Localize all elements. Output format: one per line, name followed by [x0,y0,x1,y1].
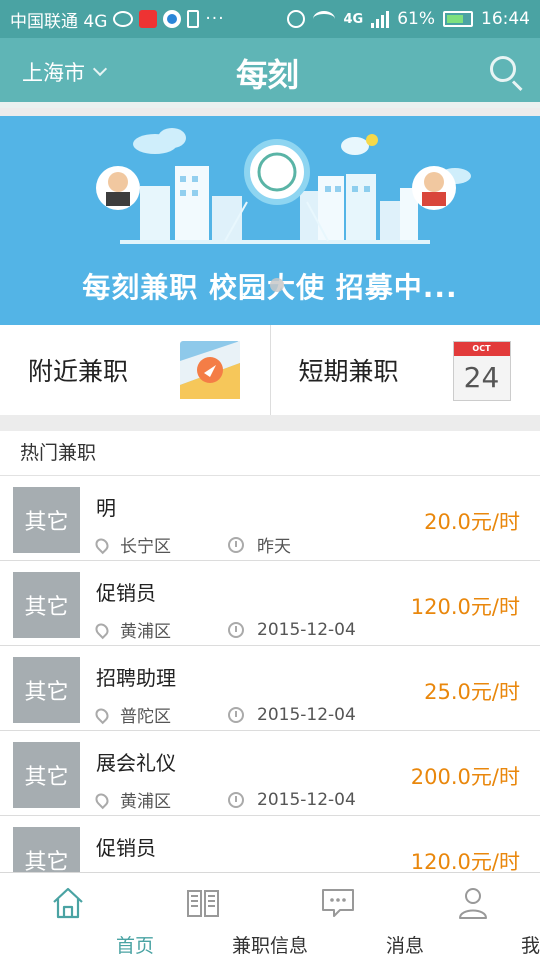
job-category-tag: 其它 [13,657,80,723]
weibo-icon [113,11,134,27]
home-icon [52,887,83,919]
battery-icon [443,11,473,27]
signal-icon [371,10,390,28]
nearby-jobs-label: 附近兼职 [28,357,129,386]
user-icon [458,888,487,919]
app-header: 上海市 每刻 [0,38,540,108]
location-pin-icon [92,620,112,639]
app-notification-icon [139,10,158,28]
job-title: 展会礼仪 [96,751,176,775]
clock-icon [228,621,244,638]
job-time: 2015-12-04 [257,789,356,810]
job-price: 120.0元/时 [410,595,520,619]
bottom-nav: 首页 兼职信息 消息 我的 [0,872,540,960]
job-item[interactable]: 其它 明 长宁区 昨天 20.0元/时 [0,476,540,561]
job-time: 2015-12-04 [257,704,356,725]
job-district: 普陀区 [120,707,171,727]
clock-icon [228,791,244,808]
network-type-label: 4G [343,11,364,27]
search-icon[interactable] [490,56,516,82]
quick-entries: 附近兼职 短期兼职 OCT 24 [0,325,540,415]
job-category-tag: 其它 [13,572,80,638]
job-title: 促销员 [96,581,156,605]
section-title: 热门兼职 [0,431,540,476]
nav-home[interactable]: 首页 [0,873,154,960]
battery-percent: 61% [397,9,435,29]
carousel-indicator [270,278,284,292]
wifi-icon [313,11,336,27]
browser-notification-icon [163,10,182,28]
job-meta: 黄浦区 2015-12-04 [92,617,356,642]
promo-banner[interactable]: 每刻兼职 校园大使 招募中... [0,116,540,325]
job-meta: 长宁区 昨天 [92,532,291,557]
calendar-month: OCT [453,342,510,356]
job-price: 120.0元/时 [410,850,520,872]
clock-icon [228,706,244,723]
job-category-tag: 其它 [13,827,80,872]
book-icon [186,890,219,917]
clock-icon [228,536,244,553]
calendar-day: 24 [463,361,500,394]
more-notifications-icon: ··· [205,9,225,29]
nav-messages[interactable]: 消息 [270,873,424,960]
job-item[interactable]: 其它 促销员 黄浦区 2015-12-04 120.0元/时 [0,561,540,646]
nav-mine-label: 我的 [520,935,540,957]
message-icon [321,889,354,917]
job-price: 25.0元/时 [424,680,520,704]
job-meta: 黄浦区 2015-12-04 [92,787,356,812]
job-item[interactable]: 其它 招聘助理 普陀区 2015-12-04 25.0元/时 [0,646,540,731]
status-bar: 中国联通 4G ··· 4G 61% 16:44 [0,0,540,38]
short-term-jobs-label: 短期兼职 [298,357,399,386]
nav-mine[interactable]: 我的 [405,873,540,960]
location-pin-icon [92,790,112,809]
job-category-tag: 其它 [13,487,80,553]
job-item[interactable]: 其它 促销员 120.0元/时 [0,816,540,872]
job-title: 促销员 [96,836,156,860]
job-district: 黄浦区 [120,792,171,812]
job-category-tag: 其它 [13,742,80,808]
map-icon [180,341,240,399]
job-title: 招聘助理 [96,666,176,690]
city-selector[interactable]: 上海市 [22,57,108,87]
job-time: 2015-12-04 [257,619,356,640]
clock-time: 16:44 [481,9,530,29]
alarm-icon [287,10,306,28]
job-title: 明 [96,496,116,520]
short-term-jobs-entry[interactable]: 短期兼职 OCT 24 [269,325,540,415]
job-meta: 普陀区 2015-12-04 [92,702,356,727]
job-item[interactable]: 其它 展会礼仪 黄浦区 2015-12-04 200.0元/时 [0,731,540,816]
city-label: 上海市 [22,61,85,85]
location-pin-icon [92,535,112,554]
job-time: 昨天 [257,537,291,557]
job-district: 长宁区 [120,537,171,557]
job-price: 20.0元/时 [424,510,520,534]
job-list: 其它 明 长宁区 昨天 20.0元/时 其它 促销员 黄浦区 2015-12-0… [0,476,540,872]
clipboard-icon [187,10,200,28]
nearby-jobs-entry[interactable]: 附近兼职 [0,325,270,415]
calendar-icon: OCT 24 [452,341,511,401]
job-price: 200.0元/时 [410,765,520,789]
app-logo: 每刻 [236,56,299,94]
job-district: 黄浦区 [120,622,171,642]
chevron-down-icon [92,61,108,77]
carrier-label: 中国联通 4G [10,11,108,32]
nav-job-info[interactable]: 兼职信息 [135,873,308,960]
location-pin-icon [92,705,112,724]
